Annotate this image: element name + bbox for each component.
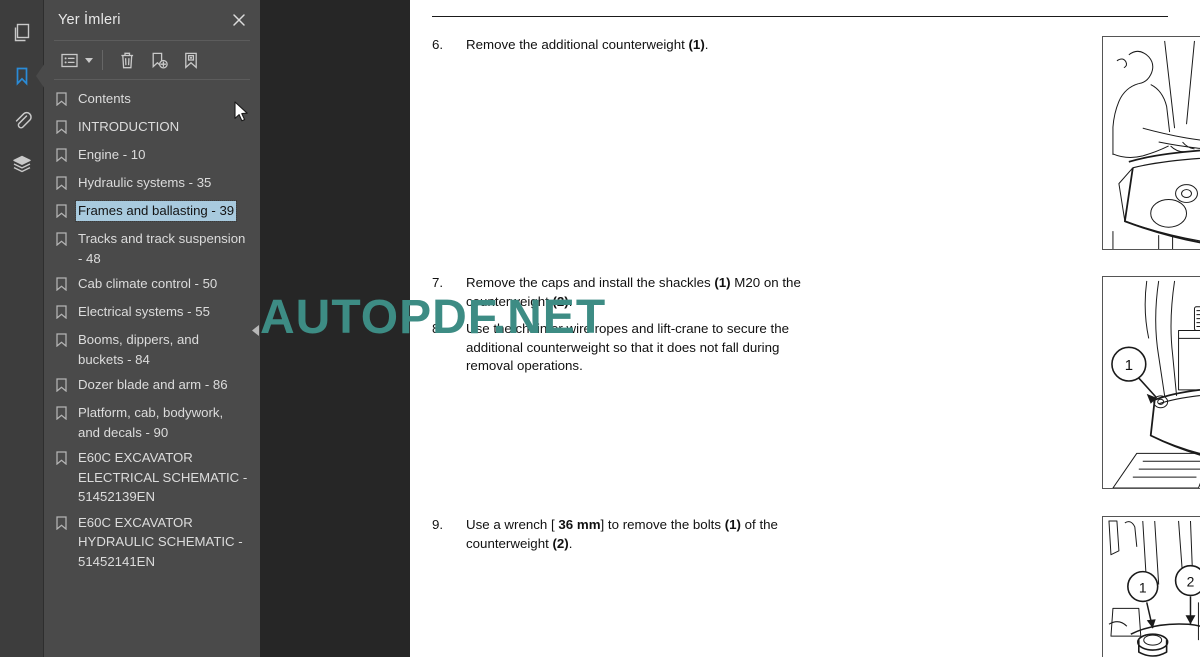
bookmark-item-label: E60C EXCAVATOR ELECTRICAL SCHEMATIC - 51… xyxy=(78,450,248,504)
panel-toolbar xyxy=(44,41,260,122)
bookmark-item[interactable]: Booms, dippers, and buckets - 84 xyxy=(44,327,260,372)
bookmark-item-icon xyxy=(56,403,69,425)
page-top-rule xyxy=(432,16,1168,17)
new-bookmark-button[interactable] xyxy=(144,46,174,74)
bookmark-item-label: Booms, dippers, and buckets - 84 xyxy=(78,332,199,367)
bookmark-item-label: Contents xyxy=(78,91,131,106)
bookmark-item-label: Platform, cab, bodywork, and decals - 90 xyxy=(78,405,224,440)
bookmark-item[interactable]: Electrical systems - 55 xyxy=(44,299,260,327)
step-6-text: Remove the additional counterweight (1). xyxy=(466,37,709,52)
delete-bookmark-button[interactable] xyxy=(112,46,142,74)
bookmark-item-icon xyxy=(56,117,69,139)
bookmark-item-label: E60C EXCAVATOR HYDRAULIC SCHEMATIC - 514… xyxy=(78,514,243,569)
bookmarks-panel: Yer İmleri Contents INTRODUCTION Engine … xyxy=(44,0,260,657)
list-options-button[interactable] xyxy=(54,46,84,74)
step-6-number: 6. xyxy=(432,37,444,52)
bookmark-item[interactable]: Contents xyxy=(44,86,260,114)
bookmark-item[interactable]: E60C EXCAVATOR ELECTRICAL SCHEMATIC - 51… xyxy=(44,445,260,510)
bookmark-item-icon xyxy=(56,145,69,167)
step-8-number: 8. xyxy=(432,321,444,336)
step-8-text: Use the chain or wire ropes and lift-cra… xyxy=(466,321,789,373)
bookmark-item-icon xyxy=(56,330,69,352)
figure-2-callout-1: 1 xyxy=(1111,346,1147,382)
bookmark-item-label: Frames and ballasting - 39 xyxy=(74,200,238,222)
bookmark-item-icon xyxy=(56,173,69,195)
figure-3-illustration: 1 2 2 xyxy=(1103,517,1200,657)
bookmark-item-label: Cab climate control - 50 xyxy=(78,276,218,291)
svg-text:1: 1 xyxy=(1125,358,1133,374)
sidebar-icon-rail xyxy=(0,0,45,657)
svg-text:1: 1 xyxy=(1139,579,1147,595)
bookmark-item-icon xyxy=(56,513,69,535)
toolbar-divider xyxy=(102,50,103,70)
step-9: 9. Use a wrench [ 36 mm] to remove the b… xyxy=(432,516,822,553)
bookmark-item[interactable]: Platform, cab, bodywork, and decals - 90 xyxy=(44,400,260,445)
bookmark-item[interactable]: Tracks and track suspension - 48 xyxy=(44,226,260,271)
bookmark-item[interactable]: E60C EXCAVATOR HYDRAULIC SCHEMATIC - 514… xyxy=(44,510,260,575)
panel-title: Yer İmleri xyxy=(58,12,121,28)
bookmark-item[interactable]: Cab climate control - 50 xyxy=(44,271,260,299)
edit-bookmark-button[interactable] xyxy=(176,46,206,74)
svg-text:2: 2 xyxy=(1187,574,1195,590)
bookmark-item[interactable]: Dozer blade and arm - 86 xyxy=(44,372,260,400)
collapse-panel-handle[interactable] xyxy=(250,318,260,342)
panel-header: Yer İmleri xyxy=(44,0,260,40)
figure-2: 1 2 xyxy=(1102,276,1200,489)
bookmark-item[interactable]: INTRODUCTION xyxy=(44,114,260,142)
step-7: 7. Remove the caps and install the shack… xyxy=(432,274,822,311)
rail-item-pages[interactable] xyxy=(0,10,44,54)
figure-1-illustration: 1 xyxy=(1103,37,1200,249)
close-panel-button[interactable] xyxy=(226,7,252,33)
bookmark-item[interactable]: Engine - 10 xyxy=(44,142,260,170)
pages-icon xyxy=(11,21,33,43)
figure-3-callout-2a: 2 xyxy=(1174,564,1200,597)
bookmark-item-label: INTRODUCTION xyxy=(78,119,180,134)
document-viewer[interactable]: 6. Remove the additional counterweight (… xyxy=(260,0,1200,657)
bookmark-item-icon xyxy=(56,274,69,296)
bookmark-list[interactable]: Contents INTRODUCTION Engine - 10 Hydraulic… xyxy=(44,80,260,657)
bookmark-item-label: Engine - 10 xyxy=(78,147,146,162)
pdf-viewer-window: Yer İmleri Contents INTRODUCTION Engine … xyxy=(0,0,1200,657)
bookmark-item[interactable]: Frames and ballasting - 39 xyxy=(44,198,260,226)
step-7-number: 7. xyxy=(432,275,444,290)
bookmark-item-label: Dozer blade and arm - 86 xyxy=(78,377,228,392)
figure-3-callout-1a: 1 xyxy=(1127,570,1159,603)
bookmark-item-icon xyxy=(56,229,69,251)
step-8: 8. Use the chain or wire ropes and lift-… xyxy=(432,320,824,376)
bookmark-item-icon xyxy=(56,448,69,470)
rail-item-attachments[interactable] xyxy=(0,98,44,142)
bookmark-item-icon xyxy=(56,375,69,397)
bookmark-item-icon xyxy=(56,302,69,324)
rail-item-layers[interactable] xyxy=(0,142,44,186)
bookmark-item-icon xyxy=(56,89,69,111)
step-6: 6. Remove the additional counterweight (… xyxy=(432,36,812,55)
figure-2-illustration: 1 2 xyxy=(1103,277,1200,488)
attachment-icon xyxy=(11,109,33,131)
bookmark-item-icon xyxy=(56,201,69,223)
step-9-number: 9. xyxy=(432,517,444,532)
bookmark-item[interactable]: Hydraulic systems - 35 xyxy=(44,170,260,198)
bookmark-item-label: Tracks and track suspension - 48 xyxy=(78,231,246,266)
bookmark-item-label: Electrical systems - 55 xyxy=(78,304,210,319)
step-7-text: Remove the caps and install the shackles… xyxy=(466,275,801,309)
figure-3: 1 2 2 xyxy=(1102,516,1200,657)
pdf-page: 6. Remove the additional counterweight (… xyxy=(410,0,1200,657)
chevron-down-icon[interactable] xyxy=(83,46,95,74)
rail-item-bookmarks[interactable] xyxy=(0,54,45,98)
bookmark-item-label: Hydraulic systems - 35 xyxy=(78,175,212,190)
bookmark-icon xyxy=(11,65,33,87)
figure-1: 1 xyxy=(1102,36,1200,250)
step-9-text: Use a wrench [ 36 mm] to remove the bolt… xyxy=(466,517,778,551)
layers-icon xyxy=(11,153,33,175)
